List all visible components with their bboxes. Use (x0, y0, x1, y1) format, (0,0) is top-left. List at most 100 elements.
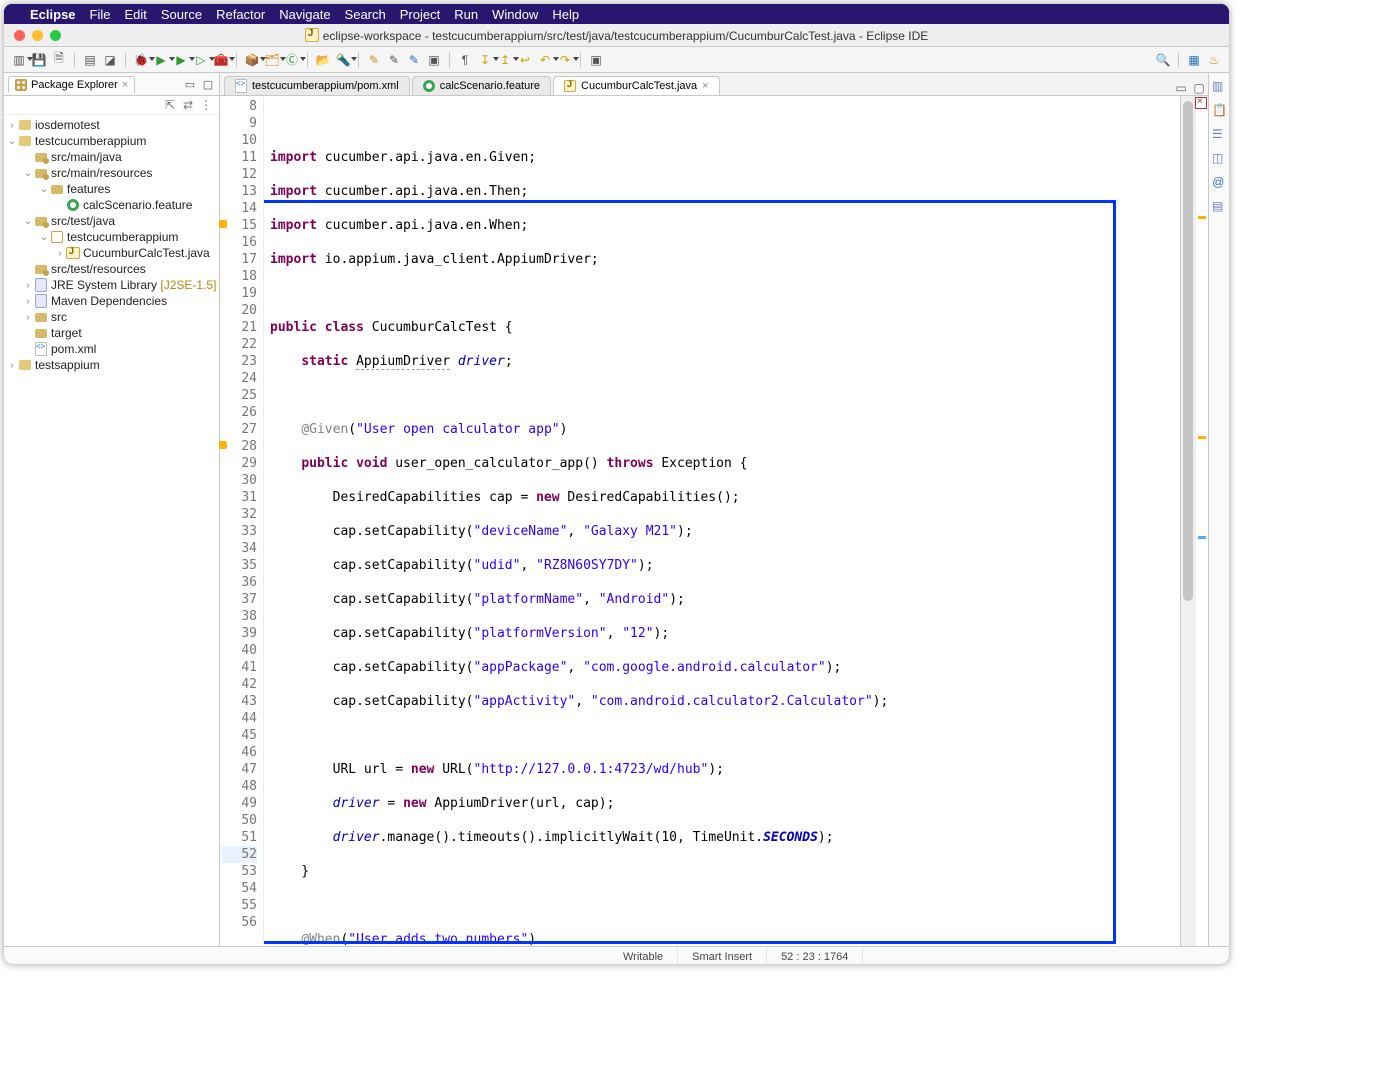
collapse-icon[interactable]: ⌄ (22, 168, 34, 179)
file-pom-xml[interactable]: pom.xml (51, 342, 96, 356)
folder-src-main-resources[interactable]: src/main/resources (51, 166, 152, 180)
project-testsappium[interactable]: testsappium (35, 358, 100, 372)
menu-window[interactable]: Window (492, 7, 538, 22)
tab-pom-xml[interactable]: testcucumberappium/pom.xml (224, 76, 410, 95)
outline-view-icon[interactable]: ☰ (1212, 127, 1226, 141)
overview-ruler[interactable] (1195, 96, 1208, 946)
save-button[interactable]: 💾 (30, 51, 48, 69)
minimize-view-button[interactable]: ▭ (183, 77, 197, 91)
view-menu-button[interactable]: ⋮ (199, 98, 213, 112)
collapse-all-button[interactable]: ⇱ (163, 98, 177, 112)
bookmarks-icon[interactable]: ▤ (1212, 199, 1226, 213)
warning-marker-icon[interactable] (219, 220, 227, 228)
menu-help[interactable]: Help (552, 7, 579, 22)
project-iosdemotest[interactable]: iosdemotest (35, 118, 100, 132)
code-content[interactable]: import cucumber.api.java.en.Given; impor… (264, 96, 1180, 946)
back-button[interactable]: ↶ (536, 51, 554, 69)
menu-project[interactable]: Project (400, 7, 440, 22)
overview-warning-mark[interactable] (1198, 436, 1206, 439)
menu-edit[interactable]: Edit (124, 7, 146, 22)
pin-editor-button[interactable]: ¶ (456, 51, 474, 69)
terminal-button[interactable]: ▣ (587, 51, 605, 69)
menu-file[interactable]: File (90, 7, 111, 22)
debug-button[interactable]: 🐞 (132, 51, 150, 69)
overview-info-mark[interactable] (1198, 536, 1206, 539)
package-explorer-tab[interactable]: Package Explorer × (8, 76, 135, 93)
run-button[interactable]: ▶ (152, 51, 170, 69)
expand-icon[interactable]: › (22, 280, 34, 291)
open-type-button[interactable]: 📂 (314, 51, 332, 69)
forward-button[interactable]: ↷ (556, 51, 574, 69)
task-list-icon[interactable]: 📋 (1212, 103, 1226, 117)
run-last-button[interactable]: ▷ (192, 51, 210, 69)
folder-src-test-resources[interactable]: src/test/resources (51, 262, 146, 276)
maximize-view-button[interactable]: ▢ (201, 77, 215, 91)
expand-icon[interactable]: › (22, 296, 34, 307)
line-gutter[interactable]: 8 9 10 11 12 13 14 15 16 17 18 19 20 21 … (220, 96, 264, 946)
expand-icon[interactable]: › (22, 312, 34, 323)
menu-source[interactable]: Source (161, 7, 202, 22)
menu-refactor[interactable]: Refactor (216, 7, 265, 22)
menu-run[interactable]: Run (454, 7, 478, 22)
close-tab-icon[interactable]: × (702, 80, 708, 92)
java-perspective-button[interactable]: ♨ (1205, 51, 1223, 69)
last-edit-location-button[interactable]: ↩ (516, 51, 534, 69)
folder-target[interactable]: target (51, 326, 82, 340)
close-icon[interactable]: × (122, 79, 128, 91)
folder-src[interactable]: src (51, 310, 67, 324)
overview-warning-mark[interactable] (1198, 216, 1206, 219)
next-annotation-button[interactable]: ↧ (476, 51, 494, 69)
warning-marker-icon[interactable] (219, 441, 227, 449)
scrollbar-thumb[interactable] (1183, 101, 1193, 601)
minimap-view-icon[interactable]: ◫ (1212, 151, 1226, 165)
new-package-button[interactable]: 🗂 (263, 51, 281, 69)
new-java-project-button[interactable]: 📦 (243, 51, 261, 69)
save-all-button[interactable]: 🗎 (50, 51, 68, 69)
expand-icon[interactable]: › (54, 248, 66, 259)
collapse-icon[interactable]: ⌄ (38, 232, 50, 243)
quick-access-button[interactable]: 🔍 (1154, 51, 1172, 69)
folder-features[interactable]: features (67, 182, 110, 196)
maximize-editor-button[interactable]: ▢ (1192, 81, 1206, 95)
toggle-mark-occurrences-button[interactable]: ◪ (101, 51, 119, 69)
file-cucumburcalctest[interactable]: CucumburCalcTest.java (83, 246, 210, 260)
expand-icon[interactable]: › (6, 360, 18, 371)
minimize-editor-button[interactable]: ▭ (1174, 81, 1188, 95)
folder-src-main-java[interactable]: src/main/java (51, 150, 122, 164)
new-button[interactable]: ▥ (10, 51, 28, 69)
show-whitespace-button[interactable]: ▣ (425, 51, 443, 69)
toggle-word-wrap-button[interactable]: ✎ (405, 51, 423, 69)
external-tools-button[interactable]: 🧰 (212, 51, 230, 69)
prev-annotation-button[interactable]: ↥ (496, 51, 514, 69)
collapse-icon[interactable]: ⌄ (22, 216, 34, 227)
collapse-icon[interactable]: ⌄ (38, 184, 50, 195)
editor-vertical-scrollbar[interactable] (1180, 96, 1195, 946)
open-task-button[interactable]: ✎ (365, 51, 383, 69)
package-testcucumberappium[interactable]: testcucumberappium (67, 230, 178, 244)
new-class-button[interactable]: Ⓒ (283, 51, 301, 69)
maven-dependencies[interactable]: Maven Dependencies (51, 294, 167, 308)
app-name[interactable]: Eclipse (30, 7, 76, 22)
toggle-breadcrumb-button[interactable]: ▤ (81, 51, 99, 69)
restore-view-button[interactable]: ▥ (1212, 79, 1226, 93)
file-calcscenario-feature[interactable]: calcScenario.feature (83, 198, 192, 212)
code-editor[interactable]: 8 9 10 11 12 13 14 15 16 17 18 19 20 21 … (220, 96, 1208, 946)
tab-cucumburcalctest[interactable]: CucumburCalcTest.java × (553, 76, 720, 95)
project-tree[interactable]: › iosdemotest ⌄ testcucumberappium src/mai… (4, 115, 219, 946)
at-sign-icon[interactable]: @ (1212, 175, 1226, 189)
search-dropdown-button[interactable]: 🔦 (334, 51, 352, 69)
link-with-editor-button[interactable]: ⇄ (181, 98, 195, 112)
package-explorer-header: Package Explorer × ▭ ▢ (4, 73, 219, 96)
menu-navigate[interactable]: Navigate (279, 7, 330, 22)
folder-src-test-java[interactable]: src/test/java (51, 214, 115, 228)
menu-search[interactable]: Search (345, 7, 386, 22)
toggle-block-selection-button[interactable]: ✎ (385, 51, 403, 69)
coverage-button[interactable]: ▶ (172, 51, 190, 69)
expand-icon[interactable]: › (6, 120, 18, 131)
error-indicator-icon[interactable] (1195, 97, 1207, 109)
open-perspective-button[interactable]: ▦ (1185, 51, 1203, 69)
project-testcucumberappium[interactable]: testcucumberappium (35, 134, 146, 148)
collapse-icon[interactable]: ⌄ (6, 136, 18, 147)
tab-calcscenario-feature[interactable]: calcScenario.feature (412, 76, 551, 95)
jre-system-library[interactable]: JRE System Library [J2SE-1.5] (51, 278, 216, 292)
